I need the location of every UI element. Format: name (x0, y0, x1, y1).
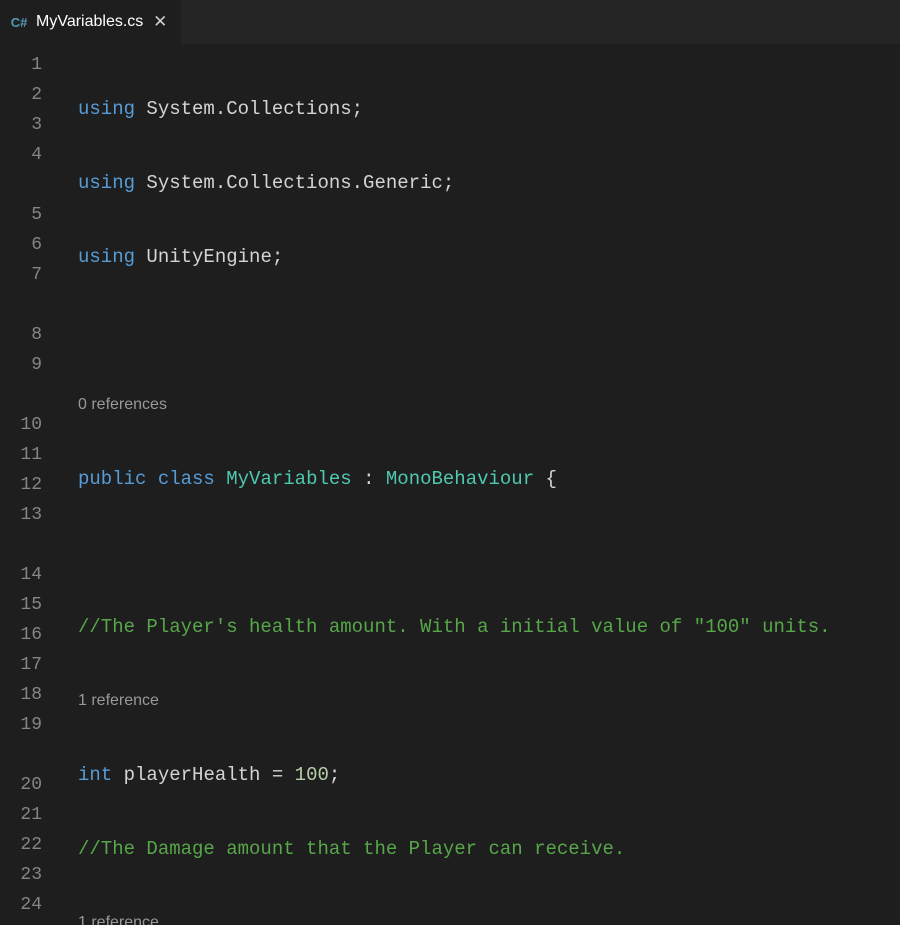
code-line[interactable]: using UnityEngine; (60, 242, 900, 272)
line-number: 18 (0, 680, 60, 710)
line-number (0, 380, 60, 410)
semicolon: ; (352, 98, 363, 120)
semicolon: ; (329, 764, 340, 786)
code-line[interactable]: //The Damage amount that the Player can … (60, 834, 900, 864)
code-line[interactable] (60, 538, 900, 568)
line-number: 8 (0, 320, 60, 350)
line-number: 15 (0, 590, 60, 620)
semicolon: ; (443, 172, 454, 194)
keyword-using: using (78, 98, 135, 120)
line-number (0, 530, 60, 560)
code-line[interactable]: public class MyVariables : MonoBehaviour… (60, 464, 900, 494)
code-line[interactable] (60, 316, 900, 346)
line-number: 7 (0, 260, 60, 290)
codelens-references[interactable]: 0 references (60, 390, 900, 420)
comment: //The Player's health amount. With a ini… (78, 616, 831, 638)
equals: = (272, 764, 283, 786)
line-number: 13 (0, 500, 60, 530)
field-name: playerHealth (124, 764, 261, 786)
codelens-references[interactable]: 1 reference (60, 908, 900, 925)
keyword-int: int (78, 764, 112, 786)
codelens-references[interactable]: 1 reference (60, 686, 900, 716)
line-number: 5 (0, 200, 60, 230)
code-line[interactable]: //The Player's health amount. With a ini… (60, 612, 900, 642)
base-class: MonoBehaviour (386, 468, 534, 490)
colon: : (363, 468, 374, 490)
line-number: 12 (0, 470, 60, 500)
namespace: System.Collections (146, 98, 351, 120)
close-icon[interactable]: ✕ (151, 13, 169, 31)
line-number: 2 (0, 80, 60, 110)
line-number: 4 (0, 140, 60, 170)
line-number: 3 (0, 110, 60, 140)
line-number: 21 (0, 800, 60, 830)
line-number: 23 (0, 860, 60, 890)
comment: //The Damage amount that the Player can … (78, 838, 625, 860)
line-number: 6 (0, 230, 60, 260)
namespace: System.Collections.Generic (146, 172, 442, 194)
line-number: 9 (0, 350, 60, 380)
class-name: MyVariables (226, 468, 351, 490)
code-line[interactable]: int playerHealth = 100; (60, 760, 900, 790)
keyword-class: class (158, 468, 215, 490)
namespace: UnityEngine (146, 246, 271, 268)
code-editor[interactable]: 1 2 3 4 5 6 7 8 9 10 11 12 13 14 15 16 1… (0, 44, 900, 925)
line-number: 10 (0, 410, 60, 440)
code-line[interactable]: using System.Collections.Generic; (60, 168, 900, 198)
line-number: 20 (0, 770, 60, 800)
line-number (0, 170, 60, 200)
line-number: 22 (0, 830, 60, 860)
semicolon: ; (272, 246, 283, 268)
tab-bar: C# MyVariables.cs ✕ (0, 0, 900, 44)
file-tab[interactable]: C# MyVariables.cs ✕ (0, 0, 182, 44)
line-number (0, 290, 60, 320)
keyword-using: using (78, 246, 135, 268)
keyword-using: using (78, 172, 135, 194)
line-number: 16 (0, 620, 60, 650)
line-number: 17 (0, 650, 60, 680)
line-number: 11 (0, 440, 60, 470)
line-number: 14 (0, 560, 60, 590)
keyword-public: public (78, 468, 146, 490)
tab-filename: MyVariables.cs (36, 13, 143, 31)
number-literal: 100 (295, 764, 329, 786)
csharp-file-icon: C# (10, 13, 28, 31)
code-area[interactable]: using System.Collections; using System.C… (60, 44, 900, 925)
code-line[interactable]: using System.Collections; (60, 94, 900, 124)
line-number-gutter: 1 2 3 4 5 6 7 8 9 10 11 12 13 14 15 16 1… (0, 44, 60, 925)
open-brace: { (546, 468, 557, 490)
line-number (0, 740, 60, 770)
line-number: 1 (0, 50, 60, 80)
line-number: 24 (0, 890, 60, 920)
line-number: 19 (0, 710, 60, 740)
